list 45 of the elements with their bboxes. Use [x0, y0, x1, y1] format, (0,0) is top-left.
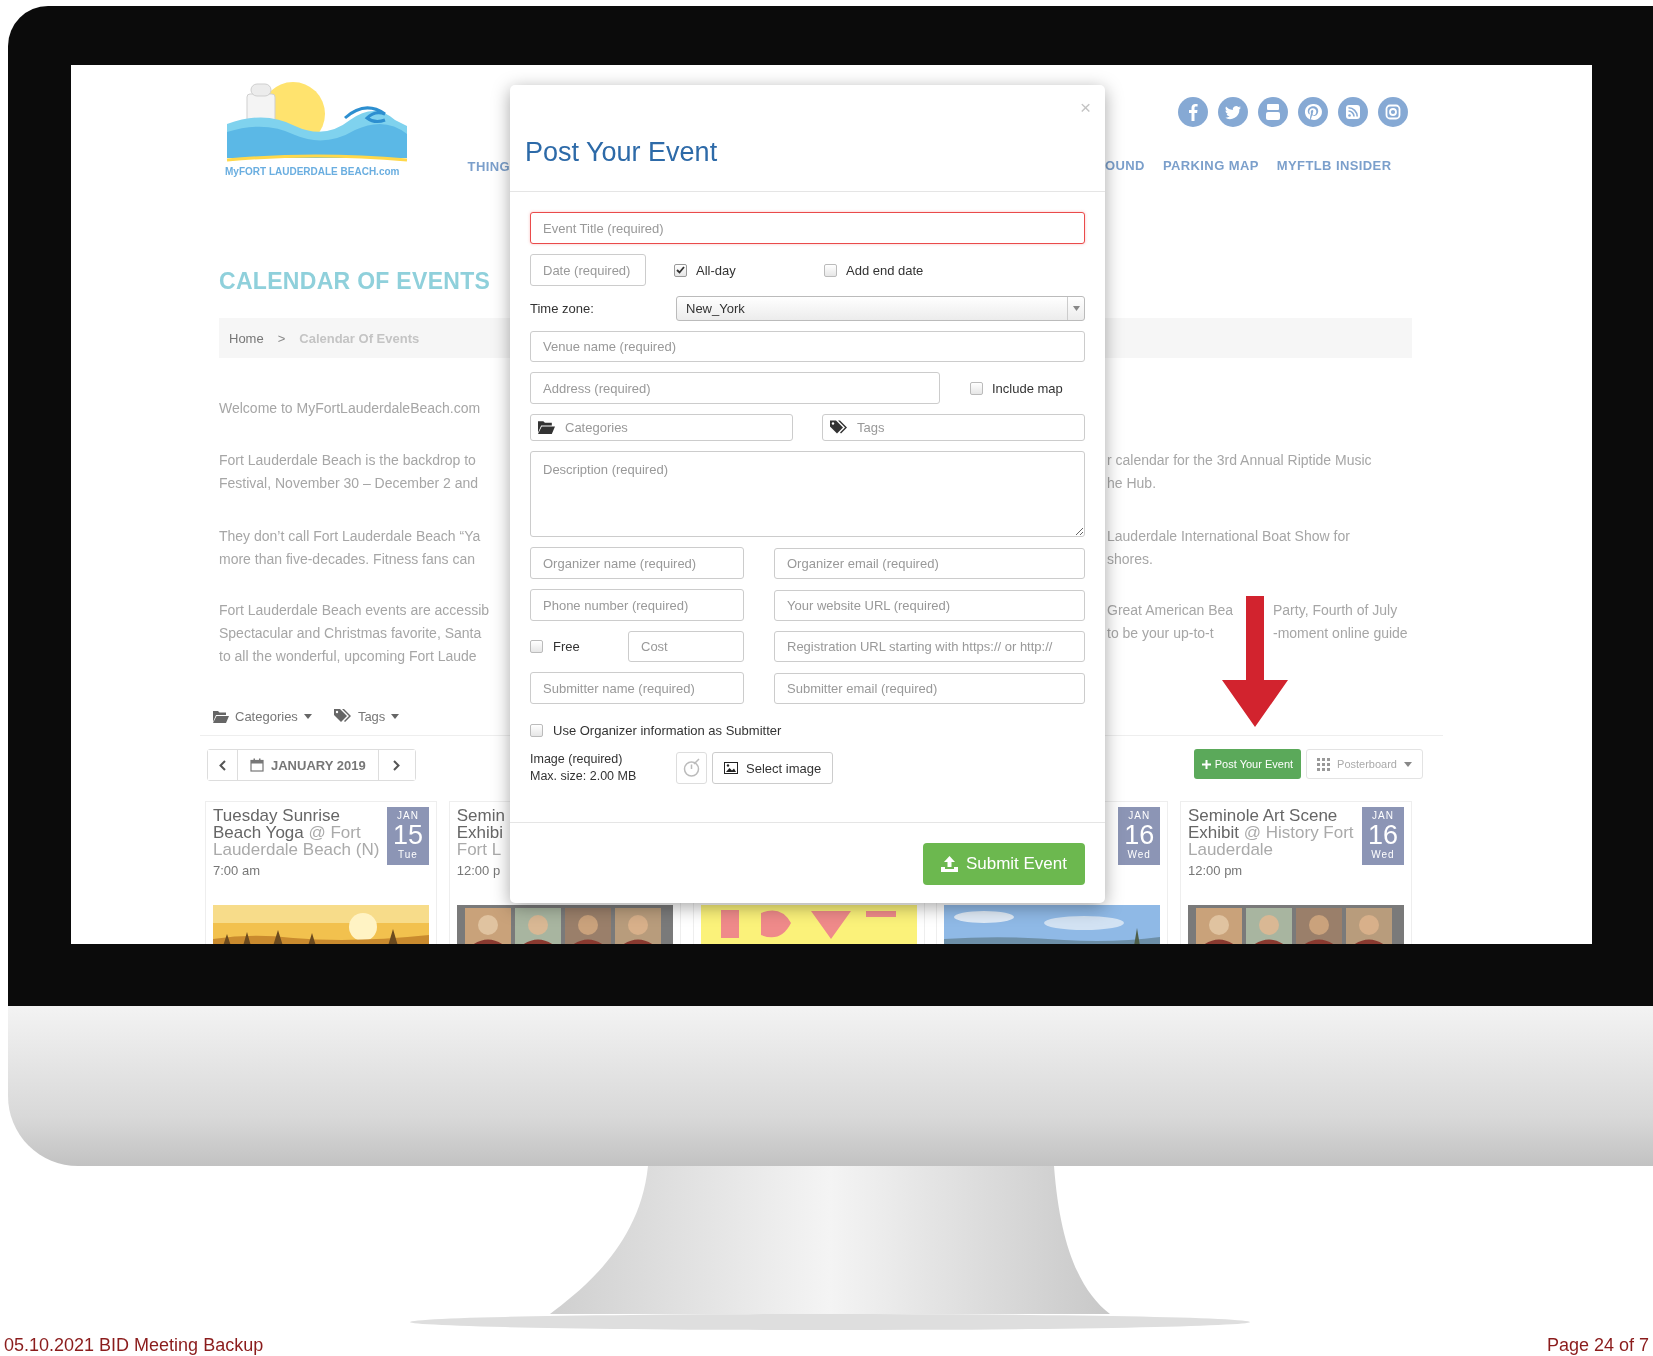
paragraph-line: Fort Lauderdale Beach events are accessib	[219, 601, 490, 620]
badge-month: JAN	[1128, 810, 1151, 821]
badge-weekday: Tue	[398, 849, 418, 860]
event-time: 7:00 am	[213, 863, 261, 878]
event-time: 12:00 p	[456, 863, 502, 878]
event-title: Semin Exhibi Fort L	[456, 807, 506, 858]
paragraph-line: shores.	[1107, 550, 1153, 569]
checkbox-label: All-day	[696, 262, 736, 278]
paragraph-line: They don’t call Fort Lauderdale Beach “Ya	[219, 527, 481, 546]
event-title: Tuesday Sunrise Beach Yoga @ Fort Lauderdale Beach (N)	[213, 807, 381, 858]
event-title: Seminole Art Scene Exhibit @ History Fort Lauderdale	[1188, 807, 1355, 858]
image-label: Image (required)	[530, 751, 624, 768]
paragraph-line: to be your up-to-t	[1107, 624, 1215, 643]
paragraph-line: r calendar for the 3rd Annual Riptide Music	[1107, 451, 1372, 470]
checkbox-label: Add end date	[846, 262, 924, 278]
badge-day: 15	[392, 821, 423, 849]
dialog-title: Post Your Event	[525, 136, 718, 169]
breadcrumb-separator: >	[277, 330, 286, 346]
page-number: Page 24 of 7	[1546, 1335, 1649, 1356]
paragraph-line: -moment online guide	[1273, 624, 1408, 643]
logo-text: MyFORT LAUDERDALE BEACH.com	[225, 166, 400, 177]
paragraph-line: Lauderdale International Boat Show for	[1107, 527, 1350, 546]
checkbox-label: Include map	[992, 380, 1063, 396]
paragraph-line: more than five-decades. Fitness fans can	[219, 550, 476, 569]
badge-weekday: Wed	[1371, 849, 1395, 860]
paragraph-line: he Hub.	[1107, 474, 1157, 493]
checkbox-label: Free	[553, 639, 580, 654]
document-footer-title: 05.10.2021 BID Meeting Backup	[4, 1335, 264, 1356]
paragraph-line: Spectacular and Christmas favorite, Santa	[219, 624, 482, 643]
badge-weekday: Wed	[1127, 849, 1151, 860]
badge-month: JAN	[1372, 810, 1394, 821]
page-heading: CALENDAR OF EVENTS	[219, 267, 491, 295]
badge-month: JAN	[397, 810, 419, 821]
event-time: 12:00 pm	[1188, 863, 1244, 878]
paragraph-line: Fort Lauderdale Beach is the backdrop to	[219, 451, 476, 470]
badge-day: 16	[1124, 821, 1155, 849]
paragraph-line: Festival, November 30 – December 2 and	[219, 474, 479, 493]
paragraph-line: to all the wonderful, upcoming Fort Laude	[219, 647, 477, 666]
checkbox-label: Use Organizer information as Submitter	[553, 722, 782, 738]
timezone-label: Time zone:	[530, 301, 595, 316]
badge-day: 16	[1367, 821, 1398, 849]
paragraph-line: Welcome to MyFortLauderdaleBeach.com	[219, 399, 481, 418]
paragraph-line: Great American Bea	[1107, 601, 1235, 620]
image-size-note: Max. size: 2.00 MB	[530, 768, 638, 785]
paragraph-line: Party, Fourth of July	[1273, 601, 1398, 620]
